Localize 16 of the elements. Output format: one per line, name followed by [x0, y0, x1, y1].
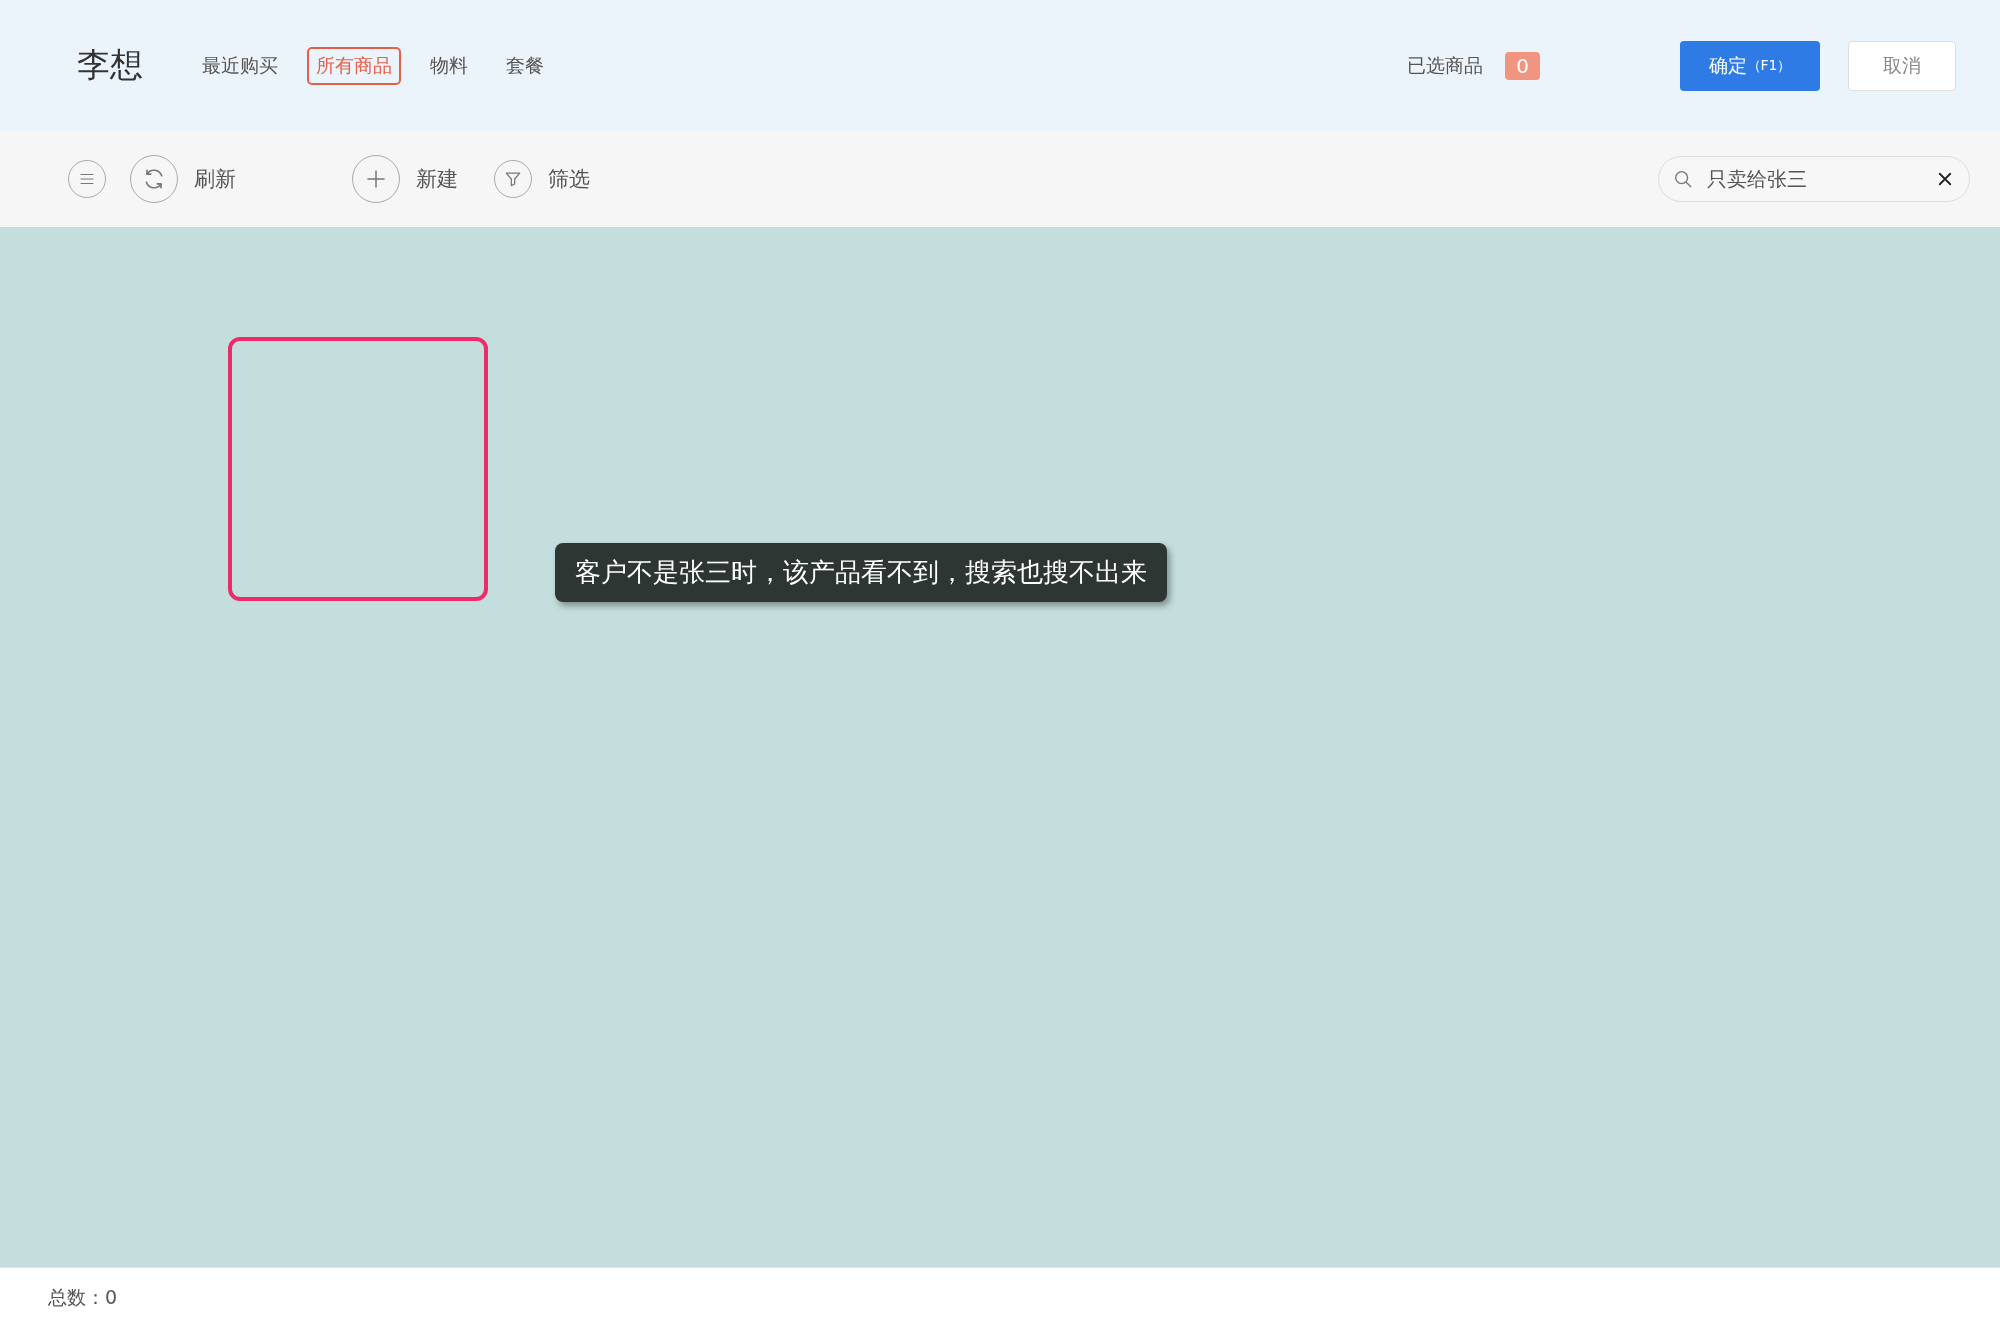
- cancel-button[interactable]: 取消: [1848, 40, 1956, 91]
- total-count: 总数：0: [48, 1285, 118, 1310]
- search-icon: [1672, 168, 1694, 190]
- category-tab[interactable]: 套餐: [497, 46, 553, 85]
- category-tab[interactable]: 最近购买: [193, 46, 287, 85]
- toolbar-label[interactable]: 筛选: [548, 165, 590, 193]
- selected-goods-label: 已选商品: [1407, 52, 1484, 78]
- customer-name: 李想: [77, 44, 143, 86]
- selected-count-badge: 0: [1505, 51, 1540, 80]
- toolbar-label[interactable]: 刷新: [194, 165, 236, 193]
- category-tab[interactable]: 物料: [421, 46, 477, 85]
- clear-icon[interactable]: [1936, 170, 1954, 188]
- search-field[interactable]: 只卖给张三: [1658, 156, 1970, 202]
- toolbar-label[interactable]: 新建: [416, 165, 458, 193]
- tooltip: 客户不是张三时，该产品看不到，搜索也搜不出来: [555, 543, 1167, 602]
- confirm-button[interactable]: 确定（F1）: [1680, 40, 1820, 91]
